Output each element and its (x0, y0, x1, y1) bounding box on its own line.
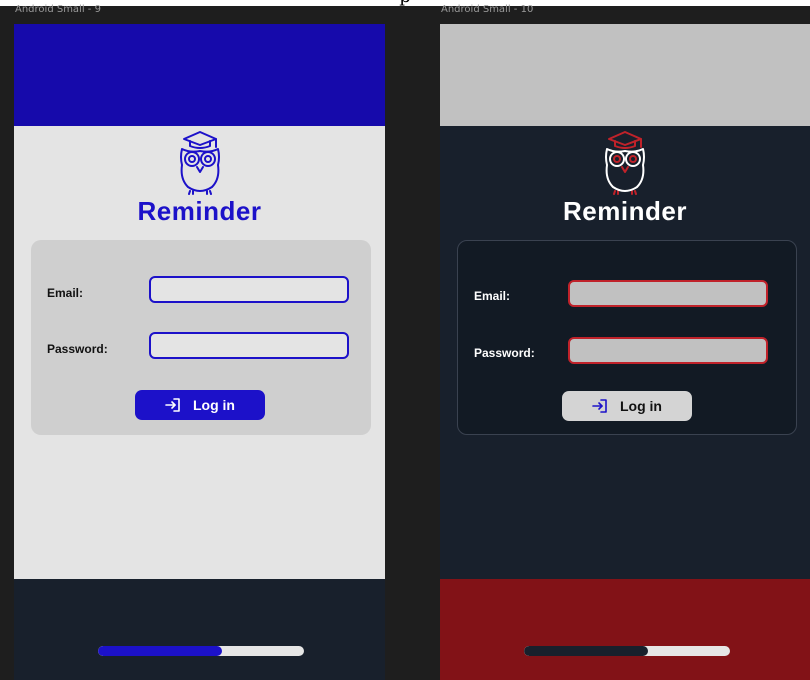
password-field[interactable] (568, 337, 768, 364)
login-button-label: Log in (620, 398, 662, 414)
progress-bar (98, 646, 304, 656)
progress-bar (524, 646, 730, 656)
footer-bar (440, 579, 810, 680)
login-arrow-icon (165, 398, 181, 412)
frame-label-light: Android Small - 9 (15, 4, 101, 15)
login-arrow-icon (592, 399, 608, 413)
frame-dark-theme: Reminder Email: Password: Log in (440, 24, 810, 680)
page-caption: p (0, 0, 810, 7)
footer-bar (14, 579, 385, 680)
login-button-label: Log in (193, 397, 235, 413)
owl-graduate-icon (595, 127, 655, 195)
header-bar (440, 24, 810, 126)
login-button[interactable]: Log in (562, 391, 692, 421)
email-label: Email: (474, 289, 511, 303)
progress-fill (524, 646, 648, 656)
password-label: Password: (47, 342, 108, 356)
frame-label-dark: Android Small - 10 (441, 4, 534, 15)
header-bar (14, 24, 385, 126)
password-label: Password: (474, 346, 535, 360)
owl-graduate-icon (170, 127, 230, 195)
app-title: Reminder (137, 196, 262, 226)
frame-light-theme: Reminder Email: Password: Log in (14, 24, 385, 680)
login-card: Email: Password: Log in (457, 240, 797, 435)
progress-fill (98, 646, 222, 656)
login-button[interactable]: Log in (135, 390, 265, 420)
email-field[interactable] (149, 276, 349, 303)
app-title: Reminder (563, 196, 687, 226)
login-card: Email: Password: Log in (31, 240, 371, 435)
email-label: Email: (47, 286, 84, 300)
email-field[interactable] (568, 280, 768, 307)
password-field[interactable] (149, 332, 349, 359)
